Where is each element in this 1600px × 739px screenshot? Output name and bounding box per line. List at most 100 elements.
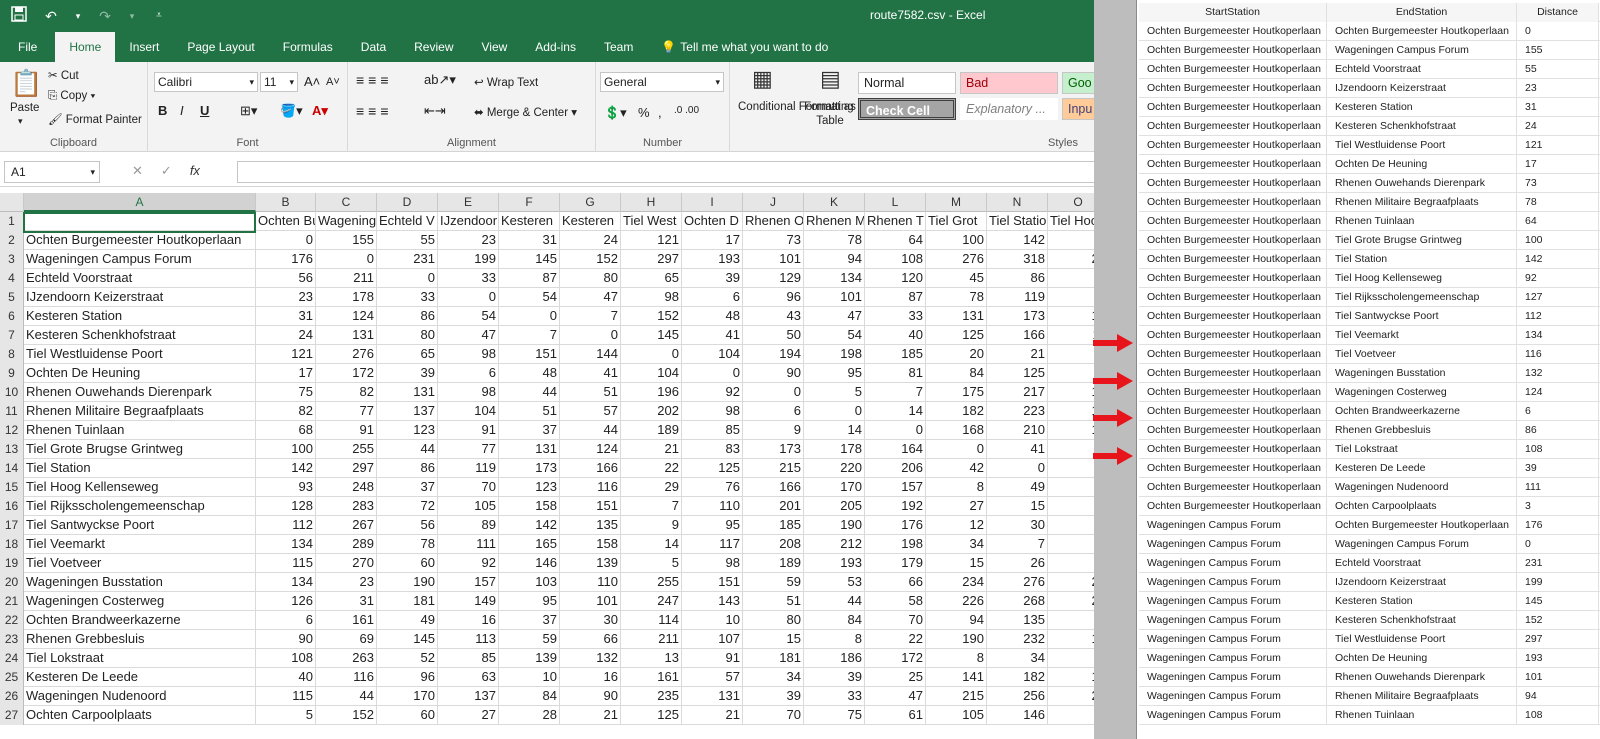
- csv-cell[interactable]: Ochten Burgemeester Houtkoperlaan: [1139, 364, 1327, 383]
- cell-distance[interactable]: 185: [743, 516, 804, 535]
- cell-station-name[interactable]: Kesteren Schenkhofstraat: [24, 326, 256, 345]
- cell-distance[interactable]: 30: [987, 516, 1048, 535]
- cell-distance[interactable]: 123: [499, 478, 560, 497]
- csv-cell[interactable]: 134: [1517, 326, 1599, 345]
- csv-cell[interactable]: Ochten Burgemeester Houtkoperlaan: [1139, 269, 1327, 288]
- cell-distance[interactable]: 70: [743, 706, 804, 725]
- cell-distance[interactable]: 70: [865, 611, 926, 630]
- copy-button[interactable]: ⎘ Copy ▾: [48, 90, 95, 103]
- csv-cell[interactable]: Wageningen Nudenoord: [1327, 478, 1517, 497]
- csv-cell[interactable]: Wageningen Campus Forum: [1327, 535, 1517, 554]
- cell-distance[interactable]: 86: [987, 269, 1048, 288]
- cell-distance[interactable]: 114: [621, 611, 682, 630]
- cell-distance[interactable]: 164: [865, 440, 926, 459]
- cell-distance[interactable]: 49: [377, 611, 438, 630]
- csv-cell[interactable]: Ochten Burgemeester Houtkoperlaan: [1139, 307, 1327, 326]
- csv-cell[interactable]: 0: [1517, 535, 1599, 554]
- style-bad[interactable]: Bad: [960, 72, 1058, 94]
- cell-distance[interactable]: 5: [804, 383, 865, 402]
- cell-station-name[interactable]: Tiel Station: [24, 459, 256, 478]
- cell-distance[interactable]: 91: [682, 649, 743, 668]
- cell-distance[interactable]: 60: [377, 706, 438, 725]
- cell-distance[interactable]: 166: [987, 326, 1048, 345]
- csv-cell[interactable]: Tiel Westluidense Poort: [1327, 630, 1517, 649]
- cell-distance[interactable]: 80: [743, 611, 804, 630]
- csv-cell[interactable]: Ochten Burgemeester Houtkoperlaan: [1139, 459, 1327, 478]
- csv-cell[interactable]: 86: [1517, 421, 1599, 440]
- cell-distance[interactable]: 23: [438, 231, 499, 250]
- cell-distance[interactable]: 12: [926, 516, 987, 535]
- percent-icon[interactable]: %: [638, 105, 650, 120]
- cell-distance[interactable]: 263: [316, 649, 377, 668]
- csv-cell[interactable]: Rhenen Militaire Begraafplaats: [1327, 193, 1517, 212]
- cell-distance[interactable]: 201: [743, 497, 804, 516]
- cell-distance[interactable]: 22: [865, 630, 926, 649]
- cell-distance[interactable]: 151: [682, 573, 743, 592]
- csv-cell[interactable]: 0: [1517, 22, 1599, 41]
- cell-distance[interactable]: 179: [865, 554, 926, 573]
- cell-distance[interactable]: 24: [256, 326, 316, 345]
- cell-distance[interactable]: 145: [621, 326, 682, 345]
- cell-distance[interactable]: 105: [438, 497, 499, 516]
- row-number[interactable]: 2: [0, 231, 24, 250]
- cell-distance[interactable]: 189: [743, 554, 804, 573]
- row-number[interactable]: 15: [0, 478, 24, 497]
- row-number[interactable]: 23: [0, 630, 24, 649]
- cell-station-name[interactable]: Tiel Westluidense Poort: [24, 345, 256, 364]
- cell-station-name[interactable]: Wageningen Nudenoord: [24, 687, 256, 706]
- cell-distance[interactable]: 93: [256, 478, 316, 497]
- cell-station-name[interactable]: Tiel Lokstraat: [24, 649, 256, 668]
- tab-team[interactable]: Team: [590, 32, 647, 62]
- column-header-k[interactable]: K: [804, 193, 865, 212]
- cell-distance[interactable]: Ochten D: [682, 212, 743, 231]
- cell-distance[interactable]: 104: [682, 345, 743, 364]
- cell-distance[interactable]: 190: [804, 516, 865, 535]
- cell-distance[interactable]: 137: [438, 687, 499, 706]
- column-header-m[interactable]: M: [926, 193, 987, 212]
- csv-cell[interactable]: IJzendoorn Keizerstraat: [1327, 79, 1517, 98]
- cell-distance[interactable]: 54: [438, 307, 499, 326]
- cell-distance[interactable]: 8: [926, 649, 987, 668]
- cell-distance[interactable]: 0: [621, 345, 682, 364]
- csv-cell[interactable]: Rhenen Ouwehands Dierenpark: [1327, 174, 1517, 193]
- cell-distance[interactable]: 87: [499, 269, 560, 288]
- cell-distance[interactable]: 176: [865, 516, 926, 535]
- cell-distance[interactable]: 90: [743, 364, 804, 383]
- cell-distance[interactable]: 31: [316, 592, 377, 611]
- cell-distance[interactable]: 70: [438, 478, 499, 497]
- grow-font-icon[interactable]: A˄: [304, 74, 320, 89]
- csv-cell[interactable]: Rhenen Militaire Begraafplaats: [1327, 687, 1517, 706]
- cell-distance[interactable]: 82: [316, 383, 377, 402]
- cell-distance[interactable]: 134: [256, 535, 316, 554]
- cell-distance[interactable]: 103: [499, 573, 560, 592]
- cell-distance[interactable]: 135: [987, 611, 1048, 630]
- cell-distance[interactable]: 50: [743, 326, 804, 345]
- cell-distance[interactable]: 125: [682, 459, 743, 478]
- csv-cell[interactable]: IJzendoorn Keizerstraat: [1327, 573, 1517, 592]
- column-header-n[interactable]: N: [987, 193, 1048, 212]
- cell-distance[interactable]: 129: [743, 269, 804, 288]
- chevron-down-icon[interactable]: ▾: [18, 116, 23, 127]
- style-explanatory[interactable]: Explanatory ...: [960, 98, 1058, 120]
- cell-distance[interactable]: 116: [560, 478, 621, 497]
- tab-review[interactable]: Review: [400, 32, 467, 62]
- cell-distance[interactable]: 158: [499, 497, 560, 516]
- tab-data[interactable]: Data: [347, 32, 400, 62]
- cell-distance[interactable]: 47: [804, 307, 865, 326]
- cell-distance[interactable]: 0: [316, 250, 377, 269]
- cell-distance[interactable]: 17: [682, 231, 743, 250]
- cell-distance[interactable]: 87: [865, 288, 926, 307]
- cell-distance[interactable]: 85: [682, 421, 743, 440]
- cell-distance[interactable]: 24: [560, 231, 621, 250]
- row-number[interactable]: 12: [0, 421, 24, 440]
- cell-distance[interactable]: 86: [377, 459, 438, 478]
- cell-distance[interactable]: 137: [377, 402, 438, 421]
- cell-distance[interactable]: 119: [438, 459, 499, 478]
- csv-cell[interactable]: 112: [1517, 307, 1599, 326]
- cell-distance[interactable]: 77: [316, 402, 377, 421]
- csv-cell[interactable]: Kesteren Schenkhofstraat: [1327, 611, 1517, 630]
- cell-distance[interactable]: 151: [560, 497, 621, 516]
- cell-distance[interactable]: 255: [316, 440, 377, 459]
- csv-cell[interactable]: Wageningen Campus Forum: [1139, 573, 1327, 592]
- cell-distance[interactable]: 96: [743, 288, 804, 307]
